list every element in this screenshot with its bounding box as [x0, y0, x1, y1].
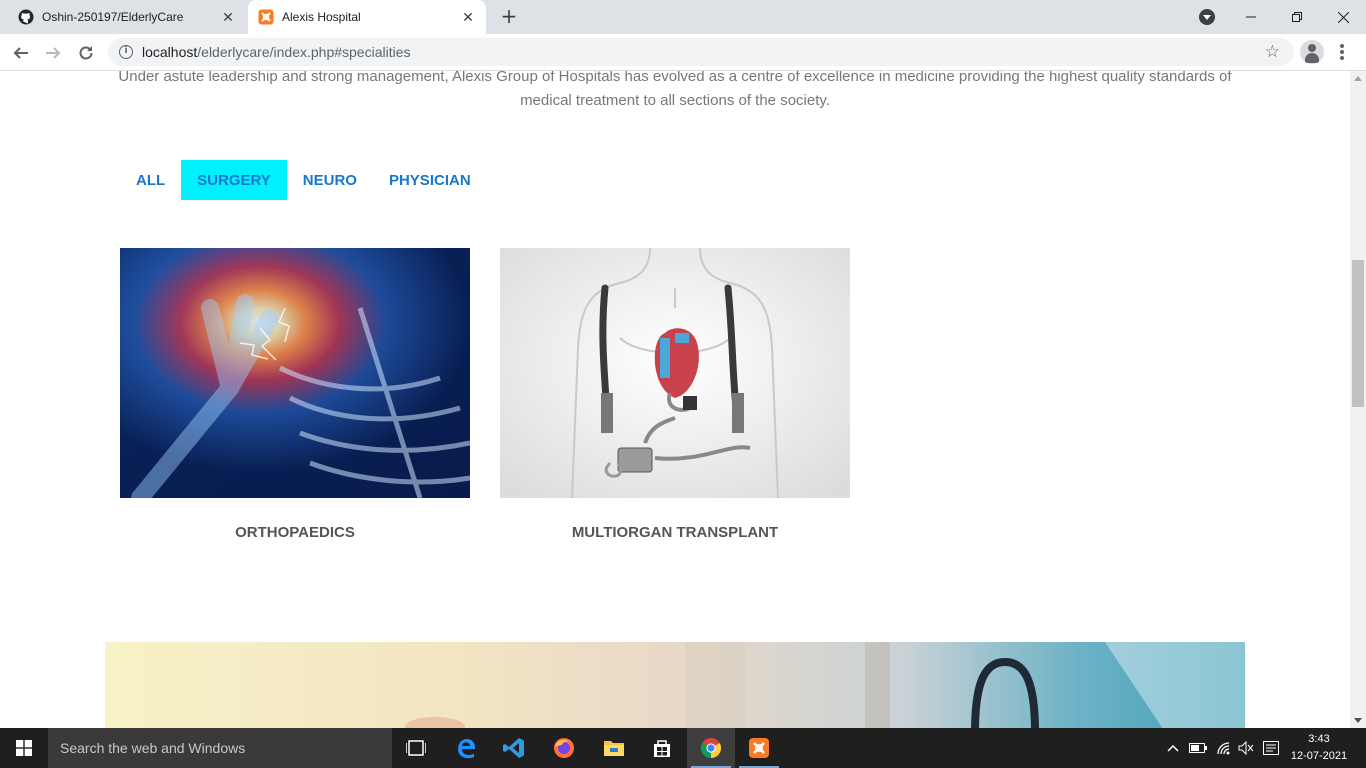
- speciality-card-multiorgan-transplant[interactable]: MULTIORGAN TRANSPLANT: [500, 248, 850, 541]
- scrollbar-thumb[interactable]: [1352, 260, 1364, 407]
- taskbar-clock[interactable]: 3:43 12-07-2021: [1284, 731, 1354, 765]
- hero-banner-image: [105, 642, 1245, 728]
- store-icon[interactable]: [638, 728, 686, 768]
- windows-logo-icon: [16, 740, 32, 756]
- windows-taskbar: Search the web and Windows 3:43 12-07-20…: [0, 728, 1366, 768]
- browser-tab-strip: Oshin-250197/ElderlyCare ✕ Alexis Hospit…: [0, 0, 1366, 34]
- taskbar-search-box[interactable]: Search the web and Windows: [48, 728, 392, 768]
- card-caption: MULTIORGAN TRANSPLANT: [571, 524, 779, 541]
- scroll-up-arrow-icon[interactable]: [1354, 76, 1362, 81]
- browser-toolbar: i localhost/elderlycare/index.php#specia…: [0, 34, 1366, 71]
- card-caption: ORTHOPAEDICS: [235, 524, 355, 541]
- tab-alexis-hospital[interactable]: Alexis Hospital ✕: [248, 0, 486, 34]
- site-info-icon[interactable]: i: [119, 45, 133, 59]
- close-tab-icon[interactable]: ✕: [220, 9, 236, 26]
- url-text: localhost/elderlycare/index.php#speciali…: [142, 44, 411, 60]
- edge-browser-icon[interactable]: [442, 728, 490, 768]
- tab-title: Alexis Hospital: [282, 10, 361, 24]
- page-scrollbar[interactable]: [1350, 71, 1366, 728]
- new-tab-button[interactable]: +: [498, 6, 520, 28]
- action-center-icon[interactable]: [1260, 728, 1282, 768]
- minimize-button[interactable]: [1228, 0, 1274, 34]
- vscode-icon[interactable]: [490, 728, 538, 768]
- speciality-card-orthopaedics[interactable]: ORTHOPAEDICS: [120, 248, 470, 541]
- task-view-icon[interactable]: [392, 728, 440, 768]
- network-wifi-icon[interactable]: [1212, 728, 1236, 768]
- battery-icon[interactable]: [1186, 728, 1210, 768]
- specialities-intro: Under astute leadership and strong manag…: [118, 71, 1232, 109]
- tray-overflow-chevron-icon[interactable]: [1164, 728, 1182, 768]
- tab-title: Oshin-250197/ElderlyCare: [42, 10, 184, 24]
- speciality-filters: ALL SURGERY NEURO PHYSICIAN: [120, 160, 487, 200]
- clock-date: 12-07-2021: [1290, 750, 1348, 762]
- filter-neuro[interactable]: NEURO: [287, 160, 373, 200]
- tab-search-icon[interactable]: [1199, 9, 1215, 25]
- filter-surgery[interactable]: SURGERY: [181, 160, 287, 200]
- forward-button[interactable]: [40, 40, 66, 66]
- bookmark-star-icon[interactable]: ☆: [1265, 42, 1280, 62]
- browser-menu-icon[interactable]: [1336, 42, 1348, 62]
- github-icon: [18, 9, 34, 25]
- volume-muted-icon[interactable]: [1236, 728, 1256, 768]
- scroll-down-arrow-icon[interactable]: [1354, 718, 1362, 723]
- filter-all[interactable]: ALL: [120, 160, 181, 200]
- taskbar-search-placeholder: Search the web and Windows: [60, 740, 246, 756]
- close-tab-icon[interactable]: ✕: [460, 9, 476, 26]
- xampp-icon: [258, 9, 274, 25]
- firefox-icon[interactable]: [540, 728, 588, 768]
- start-button[interactable]: [0, 728, 48, 768]
- file-explorer-icon[interactable]: [590, 728, 638, 768]
- address-bar[interactable]: i localhost/elderlycare/index.php#specia…: [108, 38, 1294, 66]
- close-window-button[interactable]: [1320, 0, 1366, 34]
- clock-time: 3:43: [1308, 733, 1330, 745]
- chrome-icon[interactable]: [687, 728, 735, 768]
- restore-button[interactable]: [1274, 0, 1320, 34]
- artificial-heart-device-image[interactable]: [500, 248, 850, 498]
- page-viewport: Under astute leadership and strong manag…: [0, 71, 1350, 728]
- xampp-control-icon[interactable]: [735, 728, 783, 768]
- shoulder-pain-xray-image[interactable]: [120, 248, 470, 498]
- back-button[interactable]: [8, 40, 34, 66]
- profile-avatar-icon[interactable]: [1300, 40, 1324, 64]
- tab-github[interactable]: Oshin-250197/ElderlyCare ✕: [8, 0, 246, 34]
- reload-button[interactable]: [73, 40, 99, 66]
- filter-physician[interactable]: PHYSICIAN: [373, 160, 487, 200]
